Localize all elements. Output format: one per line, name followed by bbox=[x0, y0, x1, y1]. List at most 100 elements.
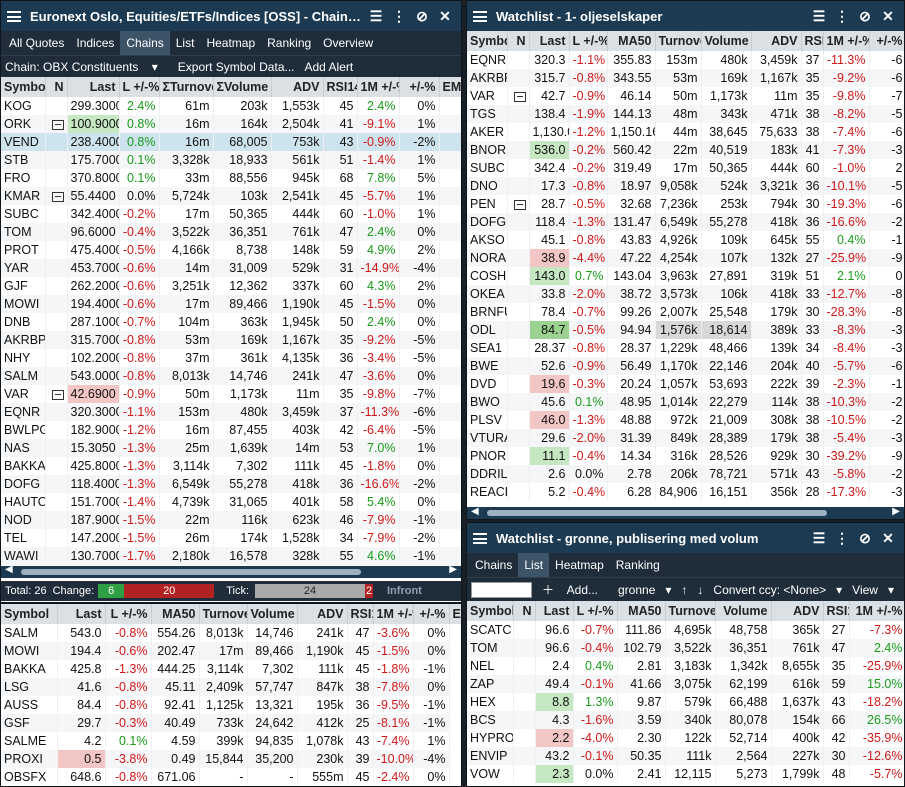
column-header[interactable]: 1M +/-% bbox=[357, 77, 400, 97]
left-hscroll-thumb[interactable] bbox=[21, 569, 361, 575]
table-row[interactable]: NOD 187.9000 -1.5% 22m 116k 623k 46 -7.9% -1% bbox=[1, 511, 461, 529]
table-row[interactable]: COSH 143.0 0.7% 143.04 3,963k 27,891 319k 51 2.1… bbox=[467, 267, 904, 285]
close-icon[interactable]: ✕ bbox=[435, 6, 455, 26]
move-down-icon[interactable]: ↓ bbox=[697, 583, 703, 597]
table-row[interactable]: FRO 370.8000 0.1% 33m 88,556 945k 68 7.8% 5% bbox=[1, 169, 461, 187]
table-row[interactable]: HYPRO 2.2 -4.0% 2.30 122k 52,714 400k 42 -35.9% bbox=[467, 729, 904, 747]
column-header[interactable]: EMA bbox=[449, 604, 461, 624]
column-header[interactable]: Symbol bbox=[1, 77, 46, 97]
table-row[interactable]: BAKKA 425.8000 -1.3% 3,114k 7,302 111k 45 -1.8%… bbox=[1, 457, 461, 475]
table-row[interactable]: BAKKA 425.8 -1.3% 444.25 3,114k 7,302 111k 45 -1… bbox=[1, 660, 461, 678]
table-row[interactable]: AKER 1,130.0-1.2%1,150.1644m38,64575,6333… bbox=[467, 123, 904, 141]
column-header[interactable]: +/-% bbox=[399, 77, 440, 97]
column-header[interactable]: Symbol bbox=[1, 604, 58, 624]
tab-list[interactable]: List bbox=[518, 553, 550, 577]
table-row[interactable]: BWLPG 182.9000 -1.2% 16m 87,455 403k 42 -6.4% -5… bbox=[1, 421, 461, 439]
table-row[interactable]: GJF 262.2000 -0.6% 3,251k 12,362 337k 60 4.3% 2% bbox=[1, 277, 461, 295]
table-row[interactable]: VAR 42.7 -0.9% 46.14 50m 1,173k 11m 35 -9.8% -7 bbox=[467, 87, 904, 105]
columns-icon[interactable]: ☰ bbox=[809, 528, 829, 548]
tab-indices[interactable]: Indices bbox=[70, 31, 120, 55]
tab-ranking[interactable]: Ranking bbox=[610, 553, 666, 577]
table-row[interactable]: BNOR 536.0 -0.2% 560.42 22m 40,519 183k 41 -7.3%… bbox=[467, 141, 904, 159]
column-header[interactable]: Turnover bbox=[199, 604, 248, 624]
column-header[interactable]: Volume bbox=[247, 604, 298, 624]
table-row[interactable]: AKSO 45.1 -0.8% 43.83 4,926k 109k 645k 55 0.4% -1 bbox=[467, 231, 904, 249]
table-row[interactable]: SALM 543.0000 -0.8% 8,013k 14,746 241k 47 -3.6%… bbox=[1, 367, 461, 385]
table-row[interactable]: TOM 96.6 -0.4% 102.79 3,522k 36,351 761k 47 2.4% bbox=[467, 639, 904, 657]
column-header[interactable]: Last bbox=[529, 31, 570, 51]
note-icon[interactable] bbox=[51, 119, 64, 130]
menu-icon[interactable] bbox=[473, 532, 487, 544]
tab-ranking[interactable]: Ranking bbox=[261, 31, 317, 55]
table-row[interactable]: MOWI 194.4 -0.6% 202.47 17m 89,466 1,190k 45 -1.… bbox=[1, 642, 461, 660]
column-header[interactable]: +/-% bbox=[869, 31, 904, 51]
move-up-icon[interactable]: ↑ bbox=[681, 583, 687, 597]
scroll-left-icon[interactable]: ◀ bbox=[471, 506, 479, 517]
table-row[interactable]: NHY 102.2000 -0.8% 37m 361k 4,135k 36 -3.4% -5% bbox=[1, 349, 461, 367]
table-row[interactable]: TOM 96.6000 -0.4% 3,522k 36,351 761k 47 2.4% 0% bbox=[1, 223, 461, 241]
table-row[interactable]: YAR 453.7000 -0.6% 14m 31,009 529k 31 -14.9% -4% bbox=[1, 259, 461, 277]
scroll-right-icon[interactable]: ▶ bbox=[892, 506, 900, 517]
table-row[interactable]: DOFG 118.4000 -1.3% 6,549k 55,278 418k 36 -16.6… bbox=[1, 475, 461, 493]
column-header[interactable]: Symbol bbox=[467, 601, 514, 621]
link-icon[interactable]: ⊘ bbox=[855, 6, 875, 26]
table-row[interactable]: SCATC 96.6 -0.7% 111.86 4,695k 48,758 365k 27 -7… bbox=[467, 621, 904, 639]
left-hscroll[interactable]: ◀ ▶ bbox=[1, 564, 461, 578]
note-icon[interactable] bbox=[513, 91, 526, 102]
table-row[interactable]: DDRIL 2.6 0.0% 2.78 206k 78,721 571k 43 -5.8% -2 bbox=[467, 465, 904, 483]
table-row[interactable]: VAR 42.6900 -0.9% 50m 1,173k 11m 35 -9.8% -7% bbox=[1, 385, 461, 403]
table-row[interactable]: AKRBP 315.7000 -0.8% 53m 169k 1,167k 35 -9.2% -5… bbox=[1, 331, 461, 349]
table-row[interactable]: TGS 138.4 -1.9% 144.13 48m 343k 471k 38 -8.2% -5 bbox=[467, 105, 904, 123]
table-row[interactable]: PROXI 0.5 -3.8% 0.49 15,844 35,200 230k 39 -10.0… bbox=[1, 750, 461, 768]
column-header[interactable]: Last bbox=[67, 77, 120, 97]
more-icon[interactable]: ⋮ bbox=[389, 6, 409, 26]
table-row[interactable]: DNO 17.3 -0.8% 18.97 9,058k 524k 3,321k 36 -10.1… bbox=[467, 177, 904, 195]
column-header[interactable]: Volume bbox=[701, 31, 752, 51]
convert-ccy-selector[interactable]: Convert ccy: <None> ▾ bbox=[713, 583, 842, 597]
table-row[interactable]: ORK 100.9000 0.8% 16m 164k 2,504k 41 -9.1% 1% bbox=[1, 115, 461, 133]
table-row[interactable]: EQNR 320.3 -1.1% 355.83 153m 480k 3,459k 37 -11.… bbox=[467, 51, 904, 69]
column-header[interactable]: Turnover bbox=[655, 31, 702, 51]
column-header[interactable]: Symbol bbox=[467, 31, 508, 51]
tab-heatmap[interactable]: Heatmap bbox=[549, 553, 610, 577]
table-row[interactable]: WAWI 130.7000 -1.7% 2,180k 16,578 328k 55 4.6% -… bbox=[1, 547, 461, 565]
table-row[interactable]: SALME 4.2 0.1% 4.59 399k 94,835 1,078k 43 -7.4% 1… bbox=[1, 732, 461, 750]
tab-overview[interactable]: Overview bbox=[317, 31, 379, 55]
table-row[interactable]: SEA1 28.37 -0.8% 28.37 1,229k 48,466 139k 34 -8.… bbox=[467, 339, 904, 357]
table-row[interactable]: LSG 41.6 -0.8% 45.11 2,409k 57,747 847k 38 -7.8%… bbox=[1, 678, 461, 696]
table-row[interactable]: VTURA 29.6-2.0%31.39849k28,389179k38-5.4%… bbox=[467, 429, 904, 447]
columns-icon[interactable]: ☰ bbox=[809, 6, 829, 26]
column-header[interactable]: ΣTurnover bbox=[159, 77, 214, 97]
table-row[interactable]: NAS 15.3050 -1.3% 25m 1,639k 14m 53 7.0% 1% bbox=[1, 439, 461, 457]
more-icon[interactable]: ⋮ bbox=[832, 6, 852, 26]
column-header[interactable]: RSI14 bbox=[801, 31, 824, 51]
add-alert-button[interactable]: Add Alert bbox=[305, 60, 354, 74]
table-row[interactable]: PLSV 46.0 -1.3% 48.88 972k 21,009 308k 38 -10.5%… bbox=[467, 411, 904, 429]
table-row[interactable]: NORAM 38.9-4.4%47.224,254k107k132k27-25.9… bbox=[467, 249, 904, 267]
table-row[interactable]: MOWI 194.4000 -0.6% 17m 89,466 1,190k 45 -1.5% 0… bbox=[1, 295, 461, 313]
columns-icon[interactable]: ☰ bbox=[366, 6, 386, 26]
table-row[interactable]: ZAP 49.4 -0.1% 41.66 3,075k 62,199 616k 59 15.0% bbox=[467, 675, 904, 693]
tab-chains[interactable]: Chains bbox=[120, 31, 170, 55]
menu-icon[interactable] bbox=[7, 10, 21, 22]
column-header[interactable]: L +/-% bbox=[105, 604, 152, 624]
table-row[interactable]: HAUTO 151.7000 -1.4% 4,739k 31,065 401k 58 5.4%… bbox=[1, 493, 461, 511]
view-menu[interactable]: View ▾ bbox=[852, 583, 894, 597]
export-button[interactable]: Export Symbol Data... bbox=[178, 60, 295, 74]
column-header[interactable]: MA50 bbox=[617, 601, 666, 621]
table-row[interactable]: OKEA 33.8 -2.0% 38.72 3,573k 106k 418k 33 -12.7%… bbox=[467, 285, 904, 303]
column-header[interactable]: N bbox=[513, 601, 536, 621]
close-icon[interactable]: ✕ bbox=[878, 6, 898, 26]
column-header[interactable]: N bbox=[507, 31, 530, 51]
table-row[interactable]: DNB 287.1000 -0.7% 104m 363k 1,945k 50 2.4% 0% bbox=[1, 313, 461, 331]
table-row[interactable]: DVD 19.6 -0.3% 20.24 1,057k 53,693 222k 39 -2.3%… bbox=[467, 375, 904, 393]
column-header[interactable]: ΣVolume bbox=[213, 77, 272, 97]
tab-all-quotes[interactable]: All Quotes bbox=[3, 31, 70, 55]
table-row[interactable]: STB 175.7000 0.1% 3,328k 18,933 561k 51 -1.4% 1% bbox=[1, 151, 461, 169]
column-header[interactable]: RSI14 bbox=[823, 601, 850, 621]
column-header[interactable]: Turnover bbox=[665, 601, 716, 621]
column-header[interactable]: L +/-% bbox=[573, 601, 618, 621]
column-header[interactable]: Volume bbox=[715, 601, 772, 621]
table-row[interactable]: GSF 29.7 -0.3% 40.49 733k 24,642 412k 25 -8.1% -1… bbox=[1, 714, 461, 732]
list-dropdown[interactable] bbox=[471, 581, 532, 598]
